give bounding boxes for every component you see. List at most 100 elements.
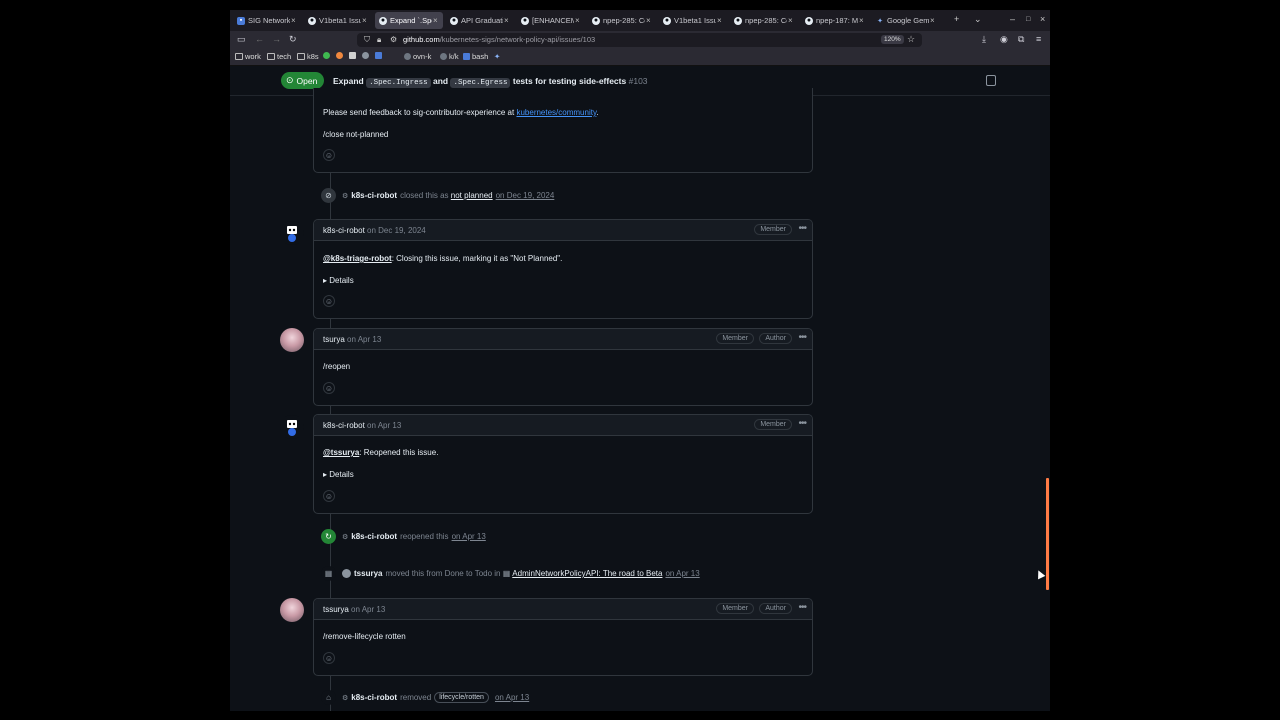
project-link[interactable]: AdminNetworkPolicyAPI: The road to Beta xyxy=(512,569,662,578)
bookmark-star-icon[interactable]: ☆ xyxy=(907,34,915,45)
close-icon[interactable]: × xyxy=(646,16,651,25)
author-badge: Author xyxy=(759,333,792,344)
tab-1[interactable]: ▪ SIG Network | × xyxy=(233,12,301,29)
avatar[interactable] xyxy=(280,328,304,352)
avatar[interactable] xyxy=(342,569,351,578)
lock-icon[interactable]: 🔒︎ xyxy=(377,35,381,45)
kebab-menu-icon[interactable]: ••• xyxy=(798,602,806,613)
account-icon[interactable]: ◉ xyxy=(1000,34,1008,45)
favicon-icon xyxy=(323,52,330,59)
bookmark-bash[interactable]: bash xyxy=(463,52,488,61)
event-actor[interactable]: k8s-ci-robot xyxy=(351,191,397,200)
bookmark-k-k[interactable]: k/k xyxy=(440,52,459,61)
bookmark-favicon-4[interactable] xyxy=(362,52,371,59)
close-icon[interactable]: × xyxy=(859,16,864,25)
kebab-menu-icon[interactable]: ••• xyxy=(798,223,806,234)
tab-9[interactable]: ● npep-187: Me × xyxy=(801,12,869,29)
address-bar[interactable]: ⛉ 🔒︎ ⚙ github.com/kubernetes-sigs/networ… xyxy=(357,33,922,47)
tab-4[interactable]: ● API Graduatio × xyxy=(446,12,514,29)
user-mention[interactable]: @k8s-triage-robot xyxy=(323,254,392,263)
details-toggle[interactable]: ▸ Details xyxy=(323,276,354,285)
back-icon[interactable]: ← xyxy=(255,34,264,44)
favicon-icon xyxy=(404,53,411,60)
tab-3-active[interactable]: ● Expand `.Spec. × xyxy=(375,12,443,29)
scrollbar-thumb[interactable] xyxy=(1046,478,1049,590)
add-reaction-icon[interactable]: ☺ xyxy=(323,652,335,664)
zoom-level[interactable]: 120% xyxy=(881,35,904,44)
comment-date[interactable]: on Apr 13 xyxy=(347,335,381,344)
event-actor[interactable]: tssurya xyxy=(354,569,382,578)
tab-label: npep-187: Me xyxy=(816,16,858,25)
add-reaction-icon[interactable]: ☺ xyxy=(323,490,335,502)
close-icon[interactable]: × xyxy=(504,16,509,25)
add-reaction-icon[interactable]: ☺ xyxy=(323,149,335,161)
comment-date[interactable]: on Dec 19, 2024 xyxy=(367,226,426,235)
tab-10[interactable]: ✦ Google Gemin × xyxy=(872,12,940,29)
sidebar-icon[interactable]: ▭ xyxy=(237,34,246,45)
tab-7[interactable]: ● V1beta1 Issue × xyxy=(659,12,727,29)
reload-icon[interactable]: ↻ xyxy=(289,34,297,45)
shield-icon[interactable]: ⛉ xyxy=(364,35,370,45)
bookmark-folder-tech[interactable]: tech xyxy=(267,52,291,61)
add-reaction-icon[interactable]: ☺ xyxy=(323,382,335,394)
new-tab-icon[interactable]: + xyxy=(954,14,959,24)
details-toggle[interactable]: ▸ Details xyxy=(323,470,354,479)
event-date[interactable]: on Apr 13 xyxy=(665,569,699,578)
comment-author[interactable]: tssurya xyxy=(323,605,349,614)
bookmark-favicon-2[interactable] xyxy=(336,52,345,59)
maximize-icon[interactable]: □ xyxy=(1026,16,1030,23)
comment-text: @tssurya: Reopened this issue. xyxy=(323,448,438,457)
tag-icon: ⌂ xyxy=(321,690,336,705)
comment-date[interactable]: on Apr 13 xyxy=(367,421,401,430)
close-icon[interactable]: × xyxy=(717,16,722,25)
window-close-icon[interactable]: × xyxy=(1040,14,1045,24)
close-icon[interactable]: × xyxy=(362,16,367,25)
gemini-icon[interactable]: ✦ xyxy=(494,52,500,61)
bookmark-favicon-5[interactable] xyxy=(375,52,384,59)
user-mention[interactable]: @tssurya xyxy=(323,448,359,457)
avatar[interactable] xyxy=(280,415,304,439)
event-date[interactable]: on Dec 19, 2024 xyxy=(496,191,555,200)
kebab-menu-icon[interactable]: ••• xyxy=(798,418,806,429)
community-link[interactable]: kubernetes/community xyxy=(516,108,596,117)
tab-2[interactable]: ● V1beta1 Issue × xyxy=(304,12,372,29)
copy-icon[interactable] xyxy=(986,75,996,86)
comment-author[interactable]: k8s-ci-robot xyxy=(323,421,365,430)
comment-author[interactable]: tsurya xyxy=(323,335,345,344)
event-actor[interactable]: k8s-ci-robot xyxy=(351,693,397,702)
comment-date[interactable]: on Apr 13 xyxy=(351,605,385,614)
event-date[interactable]: on Apr 13 xyxy=(495,693,529,702)
close-icon[interactable]: × xyxy=(291,16,296,25)
close-reason[interactable]: not planned xyxy=(451,191,493,200)
bookmark-label: ovn-k xyxy=(413,52,432,61)
permissions-icon[interactable]: ⚙ xyxy=(390,35,397,44)
bookmark-folder-k8s[interactable]: k8s xyxy=(297,52,319,61)
bookmark-folder-work[interactable]: work xyxy=(235,52,261,61)
download-icon[interactable]: ⤓ xyxy=(982,34,986,45)
event-date[interactable]: on Apr 13 xyxy=(452,532,486,541)
kebab-menu-icon[interactable]: ••• xyxy=(798,332,806,343)
forward-icon[interactable]: → xyxy=(272,34,281,44)
comment-author[interactable]: k8s-ci-robot xyxy=(323,226,365,235)
bookmark-ovn-k[interactable]: ovn-k xyxy=(404,52,431,61)
tab-5[interactable]: ● [ENHANCEME × xyxy=(517,12,585,29)
avatar[interactable] xyxy=(280,598,304,622)
menu-icon[interactable]: ≡ xyxy=(1036,34,1041,44)
close-icon[interactable]: × xyxy=(788,16,793,25)
bookmark-favicon-1[interactable] xyxy=(323,52,332,59)
close-icon[interactable]: × xyxy=(433,16,438,25)
issue-title[interactable]: Expand .Spec.Ingress and .Spec.Egress te… xyxy=(333,76,648,88)
reopened-icon: ↻ xyxy=(321,529,336,544)
extensions-icon[interactable]: ⧉ xyxy=(1018,34,1024,45)
close-icon[interactable]: × xyxy=(930,16,935,25)
tab-6[interactable]: ● npep-285: Co × xyxy=(588,12,656,29)
chevron-down-icon[interactable]: ⌄ xyxy=(974,14,982,25)
minimize-icon[interactable]: – xyxy=(1010,14,1015,24)
tab-8[interactable]: ● npep-285: Co × xyxy=(730,12,798,29)
avatar[interactable] xyxy=(280,221,304,245)
close-icon[interactable]: × xyxy=(575,16,580,25)
add-reaction-icon[interactable]: ☺ xyxy=(323,295,335,307)
label-pill[interactable]: lifecycle/rotten xyxy=(434,692,489,703)
event-actor[interactable]: k8s-ci-robot xyxy=(351,532,397,541)
bookmark-favicon-3[interactable] xyxy=(349,52,358,59)
